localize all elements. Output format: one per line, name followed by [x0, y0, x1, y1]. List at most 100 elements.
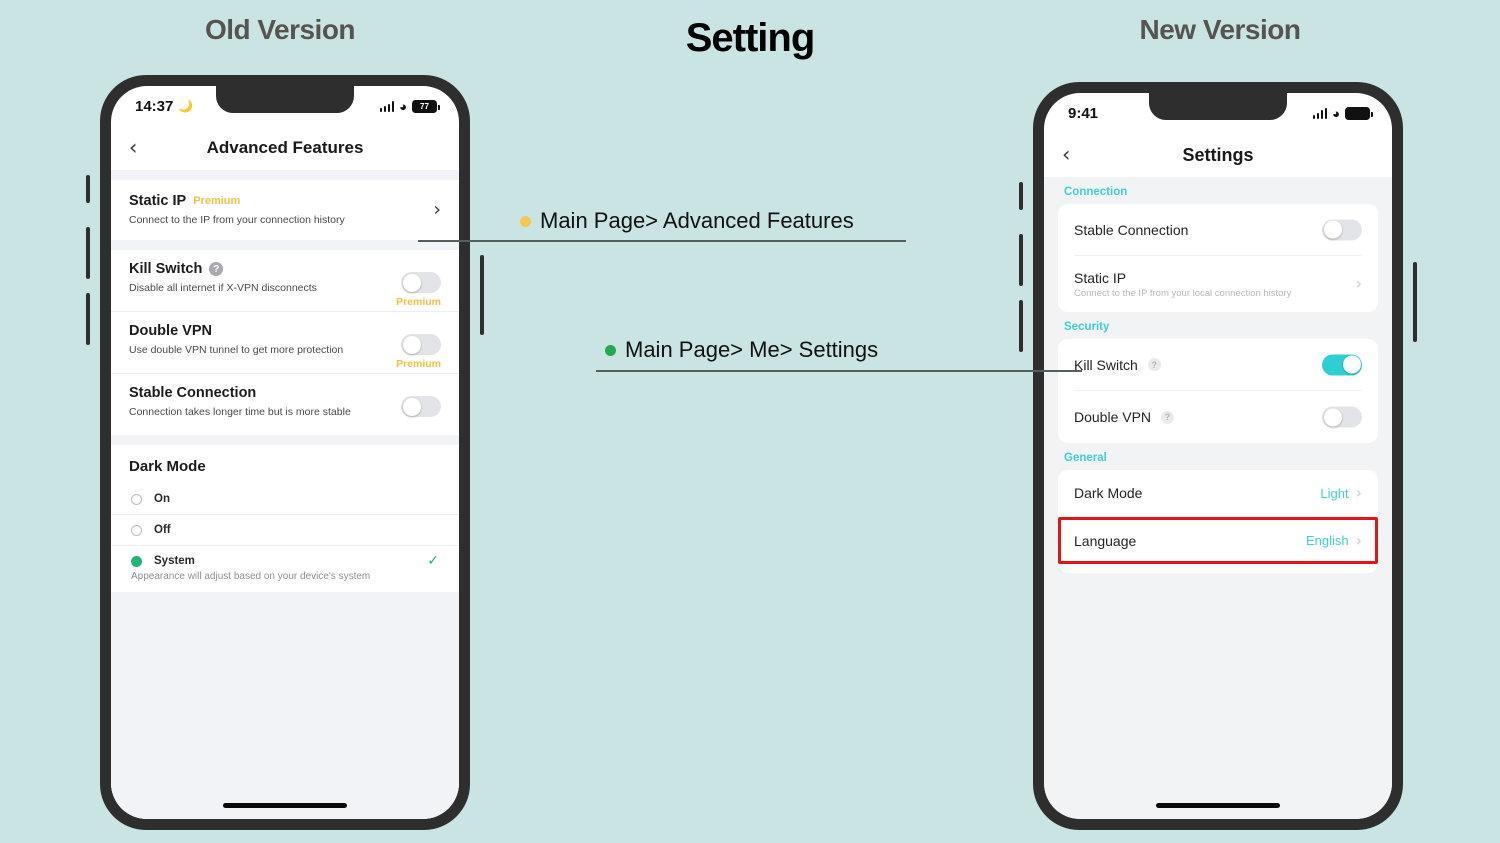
annotation-settings: Main Page> Me> Settings: [605, 337, 878, 363]
option-label: System: [154, 555, 195, 567]
row-kill-switch[interactable]: Kill Switch ?: [1074, 339, 1362, 391]
annotation-text: Main Page> Me> Settings: [625, 337, 879, 362]
help-question-icon[interactable]: ?: [1147, 358, 1161, 371]
annotation-advanced-features: Main Page> Advanced Features: [520, 208, 854, 234]
premium-label: Premium: [396, 296, 441, 308]
dark-mode-option-on[interactable]: On: [111, 484, 459, 515]
home-indicator: [223, 803, 347, 808]
row-double-vpn[interactable]: Double VPN ?: [1074, 391, 1362, 443]
help-question-icon[interactable]: ?: [1161, 410, 1175, 424]
double-vpn-toggle[interactable]: [401, 334, 441, 355]
row-title: Kill Switch: [1074, 356, 1138, 373]
battery-full-icon: [1345, 106, 1373, 120]
features-card: Kill Switch ? Disable all internet if X-…: [111, 250, 459, 435]
wifi-icon: ◕: [1332, 105, 1340, 121]
leader-line-advanced-features: [418, 240, 906, 242]
chevron-right-icon: ›: [1355, 483, 1362, 502]
static-ip-card: Static IP Premium Connect to the IP from…: [111, 180, 459, 240]
row-title: Dark Mode: [1074, 485, 1143, 501]
cellular-signal-icon: [1312, 107, 1328, 119]
row-title: Stable Connection: [129, 385, 257, 401]
kill-switch-toggle[interactable]: [401, 272, 441, 293]
row-title: Language: [1074, 532, 1137, 549]
general-card: Dark Mode Light › Language English ›: [1058, 470, 1378, 573]
row-title: Double VPN: [1074, 409, 1152, 425]
volume-down-hardware: [1019, 300, 1023, 352]
new-settings-list: Connection Stable Connection Static IP C…: [1044, 177, 1392, 819]
premium-label: Premium: [396, 358, 441, 370]
list-spacer: [111, 240, 459, 250]
row-subtitle: Connect to the IP from your connection h…: [129, 214, 345, 226]
mute-switch-hardware: [86, 175, 90, 203]
kill-switch-toggle[interactable]: [1322, 354, 1362, 375]
row-static-ip[interactable]: Static IP Connect to the IP from your lo…: [1074, 256, 1362, 312]
notch: [216, 86, 354, 113]
row-title: Kill Switch: [129, 261, 203, 277]
check-icon: ✓: [427, 553, 439, 569]
back-chevron-icon[interactable]: ‹: [1062, 144, 1070, 166]
power-button-hardware: [1413, 262, 1417, 342]
stable-connection-toggle[interactable]: [401, 396, 441, 417]
dark-mode-option-system[interactable]: System ✓: [111, 546, 459, 571]
old-version-phone-mockup: 14:37 🌙 ◕ 77 ‹ Advanced Features Static …: [86, 75, 484, 830]
row-value: Light: [1320, 485, 1349, 501]
row-title: Static IP: [1074, 269, 1127, 286]
old-page-title: Advanced Features: [206, 138, 364, 157]
section-header-general: General: [1064, 452, 1107, 464]
security-card: Kill Switch ? Double VPN ?: [1058, 339, 1378, 443]
old-version-heading: Old Version: [204, 14, 356, 45]
poster-canvas: Old Version Setting New Version 14:37 🌙 …: [0, 0, 1500, 843]
row-title: Stable Connection: [1074, 221, 1189, 238]
row-subtitle: Disable all internet if X-VPN disconnect…: [129, 282, 317, 294]
status-time: 14:37: [135, 97, 174, 115]
cellular-signal-icon: [379, 100, 395, 112]
row-subtitle: Connect to the IP from your local connec…: [1074, 287, 1292, 299]
new-version-phone-mockup: 9:41 ◕ ‹ Settings Connection Stable Conn…: [1019, 82, 1417, 830]
annotation-text: Main Page> Advanced Features: [540, 208, 854, 233]
row-static-ip[interactable]: Static IP Premium Connect to the IP from…: [111, 180, 459, 240]
dark-mode-heading: Dark Mode: [129, 458, 206, 475]
row-language[interactable]: Language English ›: [1058, 517, 1378, 564]
option-subtitle: Appearance will adjust based on your dev…: [131, 571, 371, 582]
list-spacer: [111, 170, 459, 180]
wifi-icon: ◕: [399, 98, 407, 114]
radio-icon: [131, 524, 142, 536]
double-vpn-toggle[interactable]: [1322, 406, 1362, 428]
back-chevron-icon[interactable]: ‹: [129, 137, 137, 159]
row-value: English: [1305, 533, 1349, 548]
row-double-vpn[interactable]: Double VPN Use double VPN tunnel to get …: [111, 312, 459, 374]
new-version-heading: New Version: [1139, 14, 1301, 45]
old-nav-bar: ‹ Advanced Features: [111, 126, 459, 170]
row-stable-connection[interactable]: Stable Connection: [1074, 204, 1362, 256]
list-spacer: [111, 435, 459, 445]
row-stable-connection[interactable]: Stable Connection Connection takes longe…: [111, 374, 459, 435]
row-title: Double VPN: [129, 323, 212, 339]
row-kill-switch[interactable]: Kill Switch ? Disable all internet if X-…: [111, 250, 459, 312]
stable-connection-toggle[interactable]: [1322, 219, 1362, 240]
option-label: Off: [154, 524, 171, 536]
row-title: Static IP: [129, 193, 187, 209]
connection-card: Stable Connection Static IP Connect to t…: [1058, 204, 1378, 312]
poster-title: Setting: [685, 16, 816, 60]
chevron-right-icon: ›: [1355, 274, 1362, 293]
row-title-wrap: Double VPN ?: [1074, 409, 1175, 425]
notch: [1149, 93, 1287, 120]
row-subtitle: Use double VPN tunnel to get more protec…: [129, 344, 344, 356]
home-indicator: [1156, 803, 1280, 808]
dark-mode-card: Dark Mode On Off System ✓ Appearance wil…: [111, 445, 459, 592]
annotation-dot-yellow: [520, 215, 531, 227]
help-question-icon[interactable]: ?: [209, 262, 224, 276]
old-phone-screen: 14:37 🌙 ◕ 77 ‹ Advanced Features Static …: [111, 86, 459, 819]
power-button-hardware: [480, 255, 484, 335]
row-title-wrap: Kill Switch ?: [1074, 357, 1161, 373]
row-dark-mode[interactable]: Dark Mode Light ›: [1074, 470, 1362, 517]
chevron-right-icon: ›: [1355, 530, 1362, 550]
volume-up-hardware: [86, 227, 90, 279]
annotation-dot-green: [605, 344, 616, 356]
row-subtitle: Connection takes longer time but is more…: [129, 406, 351, 418]
chevron-right-icon: ›: [433, 198, 441, 221]
new-page-title: Settings: [1182, 144, 1254, 165]
moon-icon: 🌙: [178, 99, 194, 113]
dark-mode-option-off[interactable]: Off: [111, 515, 459, 546]
premium-badge: Premium: [193, 195, 241, 207]
